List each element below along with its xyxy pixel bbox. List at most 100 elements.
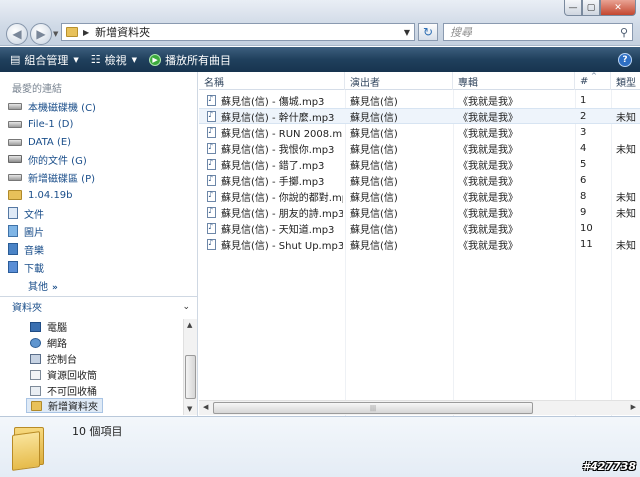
favorite-link-c[interactable]: 本機磁碟機 (C) — [8, 98, 96, 114]
scrollbar-thumb[interactable] — [185, 355, 196, 399]
file-rows: 蘇見信(信) - 傷城.mp3 蘇見信(信) 《我就是我》 1 蘇見信(信) - 幹什麼… — [199, 92, 640, 252]
documents-icon — [8, 207, 18, 219]
views-button[interactable]: ☷ 檢視 ▼ — [85, 47, 143, 72]
favorite-label: 1.04.19b — [28, 189, 73, 201]
organize-button[interactable]: ▤ 組合管理 ▼ — [4, 47, 85, 72]
audio-file-icon — [207, 190, 216, 202]
chevron-down-icon: ▼ — [131, 55, 138, 64]
tree-item-computer[interactable]: 電腦 — [30, 319, 67, 334]
refresh-button[interactable]: ↻ — [418, 23, 438, 41]
favorite-label: 圖片 — [24, 227, 44, 239]
audio-file-icon — [207, 94, 216, 106]
column-header-genre[interactable]: 類型 — [611, 72, 640, 90]
favorite-link-pictures[interactable]: 圖片 — [8, 223, 44, 239]
horizontal-scrollbar[interactable]: ◀ ||| ▶ — [199, 400, 640, 415]
address-bar[interactable]: ▶ 新增資料夾 ▼ — [61, 23, 415, 41]
track-number-cell: 3 — [580, 126, 587, 138]
favorite-label: 本機磁碟機 (C) — [28, 102, 96, 114]
audio-file-icon — [207, 238, 216, 250]
favorite-link-folder[interactable]: 1.04.19b — [8, 187, 73, 203]
search-input[interactable]: 搜尋 ⚲ — [443, 23, 633, 41]
navigation-pane: 最愛的連結 本機磁碟機 (C) File-1 (D) DATA (E) 你的文件… — [0, 72, 198, 416]
genre-cell: 未知 — [616, 192, 636, 204]
column-header-artist[interactable]: 演出者 — [345, 72, 453, 90]
table-row[interactable]: 蘇見信(信) - 幹什麼.mp3 蘇見信(信) 《我就是我》 2 未知 — [199, 108, 640, 124]
chevron-down-icon[interactable]: ⌄ — [182, 302, 190, 312]
breadcrumb[interactable]: 新增資料夾 — [95, 24, 150, 40]
address-dropdown-icon[interactable]: ▼ — [404, 28, 410, 37]
hard-drive-icon — [8, 120, 22, 128]
artist-cell: 蘇見信(信) — [350, 192, 398, 204]
table-row[interactable]: 蘇見信(信) - 你說的都對.mp3 蘇見信(信) 《我就是我》 8 未知 — [199, 188, 640, 204]
column-header-album[interactable]: 專輯 — [453, 72, 575, 90]
table-row[interactable]: 蘇見信(信) - 天知道.mp3 蘇見信(信) 《我就是我》 10 — [199, 220, 640, 236]
favorite-link-d[interactable]: File-1 (D) — [8, 116, 73, 132]
hard-drive-icon — [8, 138, 22, 146]
recent-pages-dropdown-icon[interactable]: ▼ — [53, 30, 58, 38]
table-row[interactable]: 蘇見信(信) - 手擲.mp3 蘇見信(信) 《我就是我》 6 — [199, 172, 640, 188]
tree-item-recycle-bin[interactable]: 資源回收筒 — [30, 367, 97, 382]
table-row[interactable]: 蘇見信(信) - 朋友的詩.mp3 蘇見信(信) 《我就是我》 9 未知 — [199, 204, 640, 220]
chevron-down-icon: ▼ — [73, 55, 79, 64]
folders-header[interactable]: 資料夾 ⌄ — [0, 296, 198, 316]
tree-scrollbar[interactable]: ▲ ▼ — [183, 319, 197, 415]
artist-cell: 蘇見信(信) — [350, 144, 398, 156]
scroll-right-icon[interactable]: ▶ — [631, 403, 636, 411]
track-number-cell: 9 — [580, 206, 587, 218]
table-row[interactable]: 蘇見信(信) - 我恨你.mp3 蘇見信(信) 《我就是我》 4 未知 — [199, 140, 640, 156]
audio-file-icon — [207, 158, 216, 170]
table-row[interactable]: 蘇見信(信) - 錯了.mp3 蘇見信(信) 《我就是我》 5 — [199, 156, 640, 172]
album-cell: 《我就是我》 — [458, 160, 518, 172]
forward-button[interactable]: ▶ — [30, 23, 52, 45]
file-name-cell: 蘇見信(信) - 天知道.mp3 — [221, 224, 335, 236]
audio-file-icon — [207, 110, 216, 122]
folder-icon — [8, 190, 22, 200]
audio-file-icon — [207, 142, 216, 154]
artist-cell: 蘇見信(信) — [350, 128, 398, 140]
album-cell: 《我就是我》 — [458, 144, 518, 156]
breadcrumb-separator-icon[interactable]: ▶ — [83, 28, 89, 37]
table-row[interactable]: 蘇見信(信) - RUN 2008.mp3 蘇見信(信) 《我就是我》 3 — [199, 124, 640, 140]
file-name-cell: 蘇見信(信) - 錯了.mp3 — [221, 160, 325, 172]
tree-item-control-panel[interactable]: 控制台 — [30, 351, 77, 366]
favorite-link-g[interactable]: 你的文件 (G) — [8, 151, 87, 167]
file-name-cell: 蘇見信(信) - 幹什麼.mp3 — [221, 112, 335, 124]
favorite-label: File-1 (D) — [28, 118, 74, 130]
scroll-left-icon[interactable]: ◀ — [203, 403, 208, 411]
tree-item-label: 控制台 — [47, 355, 77, 366]
scrollbar-thumb[interactable]: ||| — [213, 402, 533, 414]
item-count: 10 個項目 — [72, 425, 123, 438]
folder-icon — [66, 27, 78, 37]
favorite-link-music[interactable]: 音樂 — [8, 241, 44, 257]
play-all-button[interactable]: ▶ 播放所有曲目 — [143, 47, 237, 72]
album-cell: 《我就是我》 — [458, 128, 518, 140]
favorite-link-e[interactable]: DATA (E) — [8, 134, 71, 150]
views-label: 檢視 — [104, 53, 127, 67]
tree-item-recycle-bin-2[interactable]: 不可回收桶 — [30, 383, 97, 398]
tree-item-new-folder[interactable]: 新增資料夾 — [26, 398, 103, 413]
scroll-down-icon[interactable]: ▼ — [187, 405, 192, 413]
table-row[interactable]: 蘇見信(信) - 傷城.mp3 蘇見信(信) 《我就是我》 1 — [199, 92, 640, 108]
favorite-link-downloads[interactable]: 下載 — [8, 259, 44, 275]
play-icon: ▶ — [149, 53, 162, 66]
maximize-button[interactable]: ▢ — [582, 0, 600, 16]
search-icon[interactable]: ⚲ — [620, 26, 628, 39]
back-button[interactable]: ◀ — [6, 23, 28, 45]
tree-item-network[interactable]: 網路 — [30, 335, 67, 350]
close-button[interactable]: ✕ — [600, 0, 636, 16]
track-number-cell: 10 — [580, 222, 593, 234]
scroll-up-icon[interactable]: ▲ — [187, 321, 192, 329]
track-number-cell: 2 — [580, 110, 587, 122]
more-link[interactable]: 其他 » — [28, 278, 58, 293]
favorite-link-p[interactable]: 新增磁碟區 (P) — [8, 169, 95, 185]
file-name-cell: 蘇見信(信) - Shut Up.mp3 — [221, 240, 343, 252]
track-number-cell: 8 — [580, 190, 587, 202]
favorite-link-documents[interactable]: 文件 — [8, 205, 44, 221]
album-cell: 《我就是我》 — [458, 176, 518, 188]
table-row[interactable]: 蘇見信(信) - Shut Up.mp3 蘇見信(信) 《我就是我》 11 未知 — [199, 236, 640, 252]
minimize-button[interactable]: — — [564, 0, 582, 16]
help-icon[interactable]: ? — [618, 52, 632, 67]
folder-icon — [31, 400, 42, 411]
column-header-name[interactable]: 名稱 — [199, 72, 345, 90]
artist-cell: 蘇見信(信) — [350, 112, 398, 124]
